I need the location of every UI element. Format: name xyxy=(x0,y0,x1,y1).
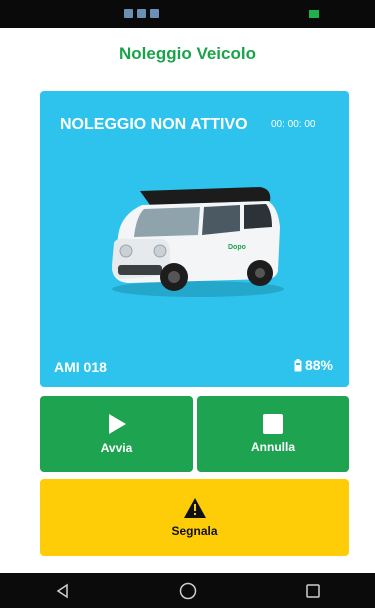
back-button[interactable] xyxy=(43,576,83,606)
cancel-button[interactable]: Annulla xyxy=(197,396,349,472)
play-icon xyxy=(108,414,126,434)
recents-icon xyxy=(305,583,320,598)
notification-icon xyxy=(124,9,133,18)
status-battery-icon xyxy=(309,10,319,18)
notification-icon xyxy=(150,9,159,18)
warning-icon xyxy=(183,497,206,518)
start-button-label: Avvia xyxy=(100,441,133,455)
brand-logo: Dopo xyxy=(228,244,246,251)
start-button[interactable]: Avvia xyxy=(40,396,193,472)
battery-percentage: 88% xyxy=(304,357,333,373)
battery-level: 88% xyxy=(294,357,333,373)
page-title: Noleggio Veicolo xyxy=(119,44,256,63)
back-icon xyxy=(56,583,68,598)
battery-icon xyxy=(294,358,302,371)
report-button-label: Segnala xyxy=(171,523,218,538)
home-button[interactable] xyxy=(168,576,208,606)
home-icon xyxy=(179,582,196,599)
vehicle-id: AMI 018 xyxy=(54,359,107,375)
recents-button[interactable] xyxy=(293,576,333,606)
vehicle-card: NOLEGGIO NON ATTIVO 00: 00: 00 Dopo AMI … xyxy=(40,91,349,387)
stop-icon xyxy=(263,414,283,434)
rental-timer: 00: 00: 00 xyxy=(271,119,316,130)
vehicle-image: Dopo xyxy=(112,187,284,297)
notification-icon xyxy=(137,9,146,18)
cancel-button-label: Annulla xyxy=(251,440,295,454)
report-button[interactable]: Segnala xyxy=(40,479,349,556)
rental-status: NOLEGGIO NON ATTIVO xyxy=(60,116,248,133)
status-bar xyxy=(0,0,375,28)
navigation-bar xyxy=(0,573,375,608)
